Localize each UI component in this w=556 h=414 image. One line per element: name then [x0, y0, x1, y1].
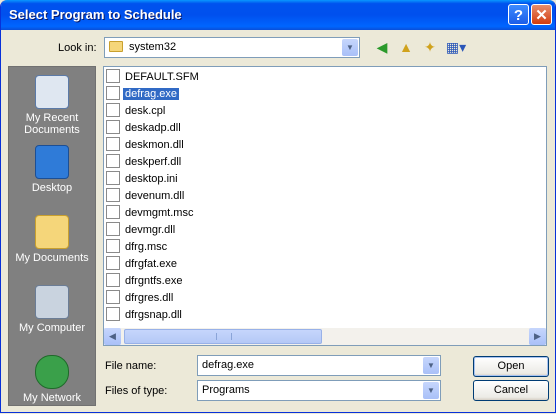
desktop-icon: [35, 145, 69, 179]
scroll-right-icon[interactable]: ▶: [529, 328, 546, 345]
list-item[interactable]: dfrgntfs.exe: [106, 273, 184, 289]
place-label: My Recent Documents: [24, 112, 80, 136]
files-of-type-dropdown[interactable]: Programs ▼: [197, 380, 441, 401]
place-label: My Network: [22, 392, 82, 404]
file-icon: [106, 290, 120, 304]
list-item[interactable]: devmgr.dll: [106, 222, 177, 238]
file-icon: [106, 137, 120, 151]
place-label: My Computer: [18, 322, 86, 334]
list-item[interactable]: dfrgres.dll: [106, 290, 175, 306]
open-button[interactable]: Open: [473, 356, 549, 377]
file-icon: [106, 120, 120, 134]
cancel-button[interactable]: Cancel: [473, 380, 549, 401]
place-desktop[interactable]: Desktop: [9, 145, 95, 194]
places-bar: My Recent Documents Desktop My Documents…: [8, 66, 96, 406]
scroll-thumb[interactable]: [124, 329, 322, 344]
list-item[interactable]: devenum.dll: [106, 188, 186, 204]
my-documents-icon: [35, 215, 69, 249]
file-icon: [106, 239, 120, 253]
back-icon[interactable]: ◀: [373, 38, 391, 56]
exe-icon: [106, 256, 120, 270]
list-item[interactable]: DEFAULT.SFM: [106, 69, 201, 85]
place-my-network[interactable]: My Network: [9, 355, 95, 404]
file-icon: [106, 307, 120, 321]
file-icon: [106, 222, 120, 236]
exe-icon: [106, 86, 120, 100]
grip-icon: [216, 333, 232, 340]
horizontal-scrollbar[interactable]: ◀ ▶: [104, 328, 546, 345]
list-item[interactable]: dfrgsnap.dll: [106, 307, 184, 323]
list-item[interactable]: deskmon.dll: [106, 137, 186, 153]
files-of-type-value: Programs: [202, 384, 250, 396]
new-folder-icon[interactable]: ✦: [421, 38, 439, 56]
my-computer-icon: [35, 285, 69, 319]
look-in-value: system32: [129, 41, 177, 53]
look-in-label: Look in:: [58, 42, 97, 54]
file-icon: [106, 171, 120, 185]
dialog-title: Select Program to Schedule: [9, 7, 182, 22]
list-item[interactable]: deskadp.dll: [106, 120, 183, 136]
chevron-down-icon[interactable]: ▼: [342, 39, 358, 56]
list-item[interactable]: desktop.ini: [106, 171, 180, 187]
title-bar[interactable]: Select Program to Schedule ? ✕: [1, 0, 555, 30]
my-network-icon: [35, 355, 69, 389]
list-item[interactable]: deskperf.dll: [106, 154, 183, 170]
file-name-label: File name:: [105, 360, 157, 372]
list-item[interactable]: devmgmt.msc: [106, 205, 195, 221]
file-name-field[interactable]: defrag.exe ▼: [197, 355, 441, 376]
file-icon: [106, 205, 120, 219]
place-my-computer[interactable]: My Computer: [9, 285, 95, 334]
file-icon: [106, 69, 120, 83]
folder-icon: [109, 41, 123, 52]
file-icon: [106, 103, 120, 117]
place-label: Desktop: [31, 182, 73, 194]
list-item[interactable]: defrag.exe: [106, 86, 179, 102]
list-item[interactable]: desk.cpl: [106, 103, 167, 119]
help-button[interactable]: ?: [508, 4, 529, 25]
up-folder-icon[interactable]: ▲: [397, 38, 415, 56]
place-label: My Documents: [15, 252, 89, 264]
chevron-down-icon[interactable]: ▼: [423, 357, 439, 374]
look-in-dropdown[interactable]: system32 ▼: [104, 37, 360, 58]
list-item[interactable]: dfrg.msc: [106, 239, 169, 255]
place-my-documents[interactable]: My Documents: [9, 215, 95, 264]
place-recent-documents[interactable]: My Recent Documents: [9, 75, 95, 136]
views-menu-icon[interactable]: ▦▾: [445, 38, 467, 56]
dialog-window: Select Program to Schedule ? ✕ Look in: …: [0, 0, 556, 413]
file-list[interactable]: DEFAULT.SFM defrag.exe desk.cpl deskadp.…: [103, 66, 547, 346]
close-button[interactable]: ✕: [531, 4, 552, 25]
file-name-value: defrag.exe: [202, 359, 254, 371]
recent-documents-icon: [35, 75, 69, 109]
list-item[interactable]: dfrgfat.exe: [106, 256, 179, 272]
scroll-left-icon[interactable]: ◀: [104, 328, 121, 345]
chevron-down-icon[interactable]: ▼: [423, 382, 439, 399]
files-of-type-label: Files of type:: [105, 385, 168, 397]
exe-icon: [106, 273, 120, 287]
file-icon: [106, 154, 120, 168]
file-icon: [106, 188, 120, 202]
